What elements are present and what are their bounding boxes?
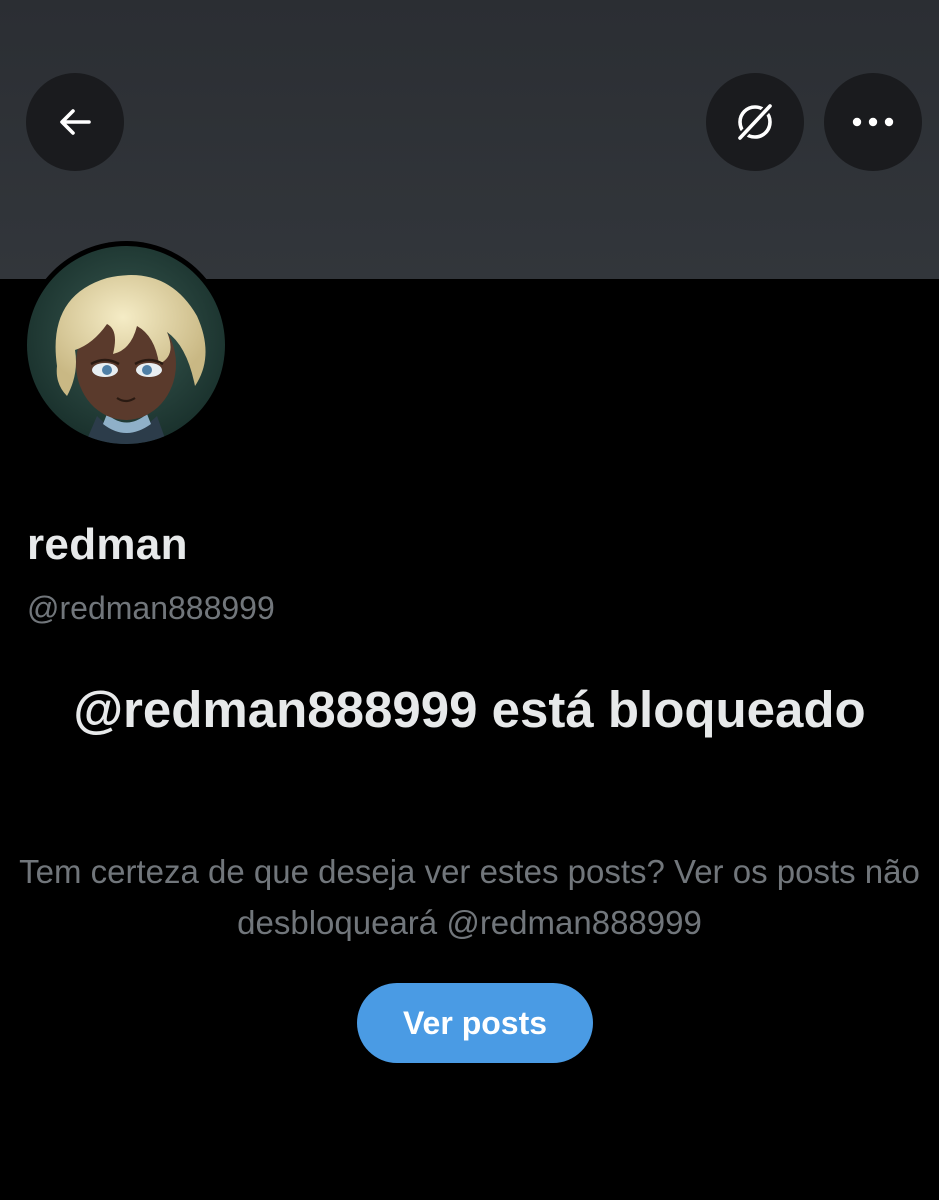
display-name: redman xyxy=(27,520,188,569)
blocked-description: Tem certeza de que deseja ver estes post… xyxy=(19,853,920,941)
avatar[interactable] xyxy=(22,241,230,449)
arrow-left-icon xyxy=(60,109,91,135)
grok-button[interactable] xyxy=(706,73,804,171)
blocked-title: @redman888999 está bloqueado xyxy=(73,681,866,738)
view-posts-button[interactable]: Ver posts xyxy=(357,983,593,1063)
profile-page: redman @redman888999 @redman888999 está … xyxy=(0,0,939,1200)
profile-handle: @redman888999 xyxy=(27,590,275,626)
more-horizontal-icon xyxy=(852,117,894,127)
grok-icon xyxy=(735,101,775,143)
back-button[interactable] xyxy=(26,73,124,171)
more-options-button[interactable] xyxy=(824,73,922,171)
avatar-image xyxy=(27,246,225,444)
